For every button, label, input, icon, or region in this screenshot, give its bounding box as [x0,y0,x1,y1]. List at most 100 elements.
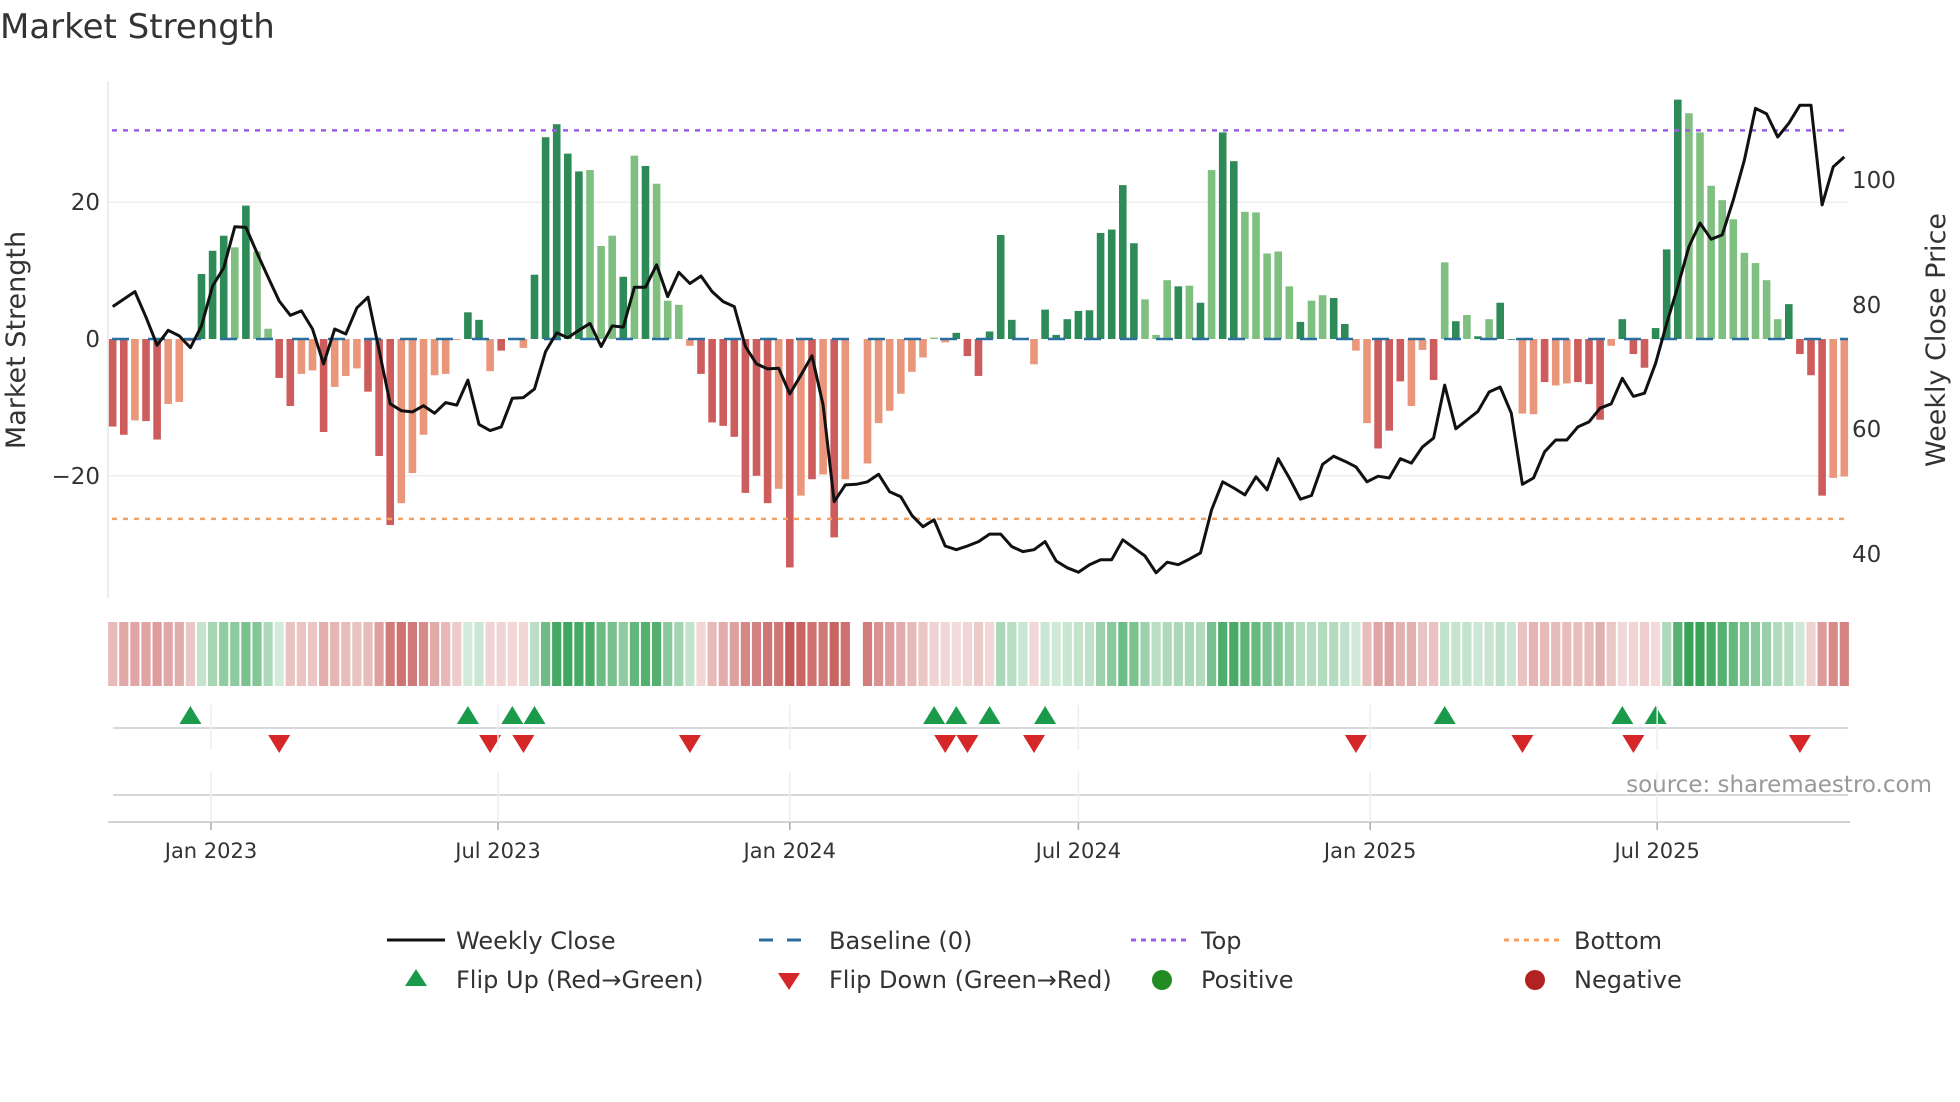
negative-bar [919,339,927,358]
positive-bar [219,235,228,339]
strip-cell [774,622,784,686]
negative-bar [1807,339,1815,376]
negative-bar [419,339,428,435]
strip-cell [1617,622,1627,686]
positive-bar [1440,262,1449,339]
strip-cell [1628,622,1638,686]
strip-cell [1007,622,1017,686]
positive-bar [464,312,472,339]
positive-bar [1252,212,1260,339]
negative-bar [1407,339,1416,407]
strip-cell [563,622,573,686]
strip-cell [1384,622,1394,686]
flip-up-marker [523,706,546,724]
strip-cell [607,622,617,686]
source-note: source: sharemaestro.com [1626,772,1932,798]
strip-cell [1606,622,1616,686]
strip-cell [474,622,484,686]
strip-cell [1806,622,1816,686]
x-tick-label: Jan 2025 [1322,839,1417,863]
positive-bar [1174,286,1183,339]
positive-bar [1141,299,1149,339]
strip-cell [130,622,140,686]
negative-bar [1429,339,1438,381]
negative-bar [175,339,184,402]
positive-bar [1096,232,1105,339]
strip-cell [740,622,750,686]
strip-cell [396,622,406,686]
strip-cell [1218,622,1228,686]
negative-bar [1540,339,1549,383]
positive-bar [1618,319,1627,339]
strip-cell [1395,622,1405,686]
positive-bar [1119,185,1127,339]
positive-bar [996,235,1005,339]
strip-cell [296,622,306,686]
left-tick-label: 20 [71,190,100,216]
strip-cell [618,622,628,686]
strip-cell [1717,622,1727,686]
strip-cell [119,622,129,686]
x-tick-label: Jul 2025 [1612,839,1699,863]
x-tick-label: Jul 2023 [453,839,540,863]
positive-bar [1196,302,1205,339]
strip-cell [1728,622,1738,686]
negative-bar [1030,339,1038,365]
strip-cell [1551,622,1561,686]
negative-bar [1529,339,1538,415]
x-tick-label: Jan 2023 [163,839,258,863]
strip-cell [1406,622,1416,686]
strip-cell [1040,622,1050,686]
strip-cell [840,622,850,686]
strip-cell [696,622,706,686]
strip-cell [1107,622,1117,686]
strip-cell [463,622,473,686]
flip-up-marker [456,706,479,724]
strip-cell [252,622,262,686]
positive-bar [608,235,616,339]
negative-bar [286,339,295,407]
negative-bar [1374,339,1382,449]
flip-down-marker [678,735,701,753]
legend-label: Top [1200,927,1242,955]
negative-bar [786,339,794,568]
negative-bar [497,339,505,351]
positive-bar [530,274,539,339]
positive-bar [1130,243,1138,339]
strip-cell [1240,622,1250,686]
positive-bar [1463,315,1471,339]
positive-bar [1740,252,1749,339]
negative-bar [797,339,805,496]
positive-bar [1651,328,1660,339]
negative-bar [1829,339,1837,478]
positive-bar [564,153,572,339]
positive-bar [575,171,583,339]
negative-bar [741,339,750,493]
negative-bar [108,339,117,427]
strip-cell [574,622,584,686]
strip-cell [951,622,961,686]
positive-bar [1230,161,1238,339]
strip-cell [1207,622,1217,686]
strip-cell [707,622,717,686]
positive-bar [1696,132,1704,339]
negative-bar [120,339,128,435]
strip-cell [796,622,806,686]
positive-bar [597,245,605,339]
x-tick-label: Jan 2024 [742,839,837,863]
strip-cell [1495,622,1505,686]
strip-cell [1373,622,1383,686]
positive-bar [1452,321,1460,339]
flip-down-marker [934,735,957,753]
strip-cell [1273,622,1283,686]
strip-cell [319,622,329,686]
strip-cell [418,622,429,686]
strip-cell [496,622,506,686]
legend-label: Flip Up (Red→Green) [456,966,704,994]
strip-cell [241,622,251,686]
strip-cell [685,622,695,686]
negative-bar [1352,339,1360,351]
strip-cell [1340,622,1350,686]
positive-bar [663,300,672,339]
negative-bar [1640,339,1649,368]
